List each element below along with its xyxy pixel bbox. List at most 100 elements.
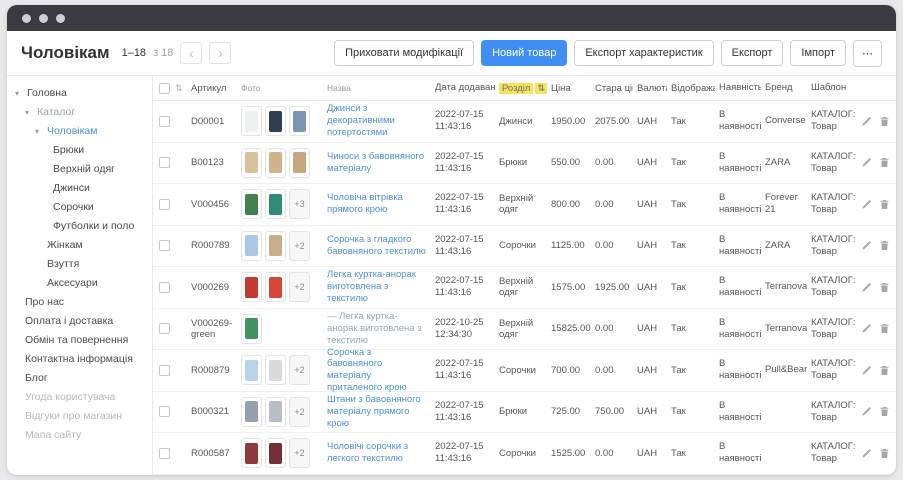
column-header-brand[interactable]: Бренд (761, 82, 807, 94)
row-checkbox[interactable] (159, 448, 170, 459)
product-date: 2022-07-15 (435, 234, 491, 246)
product-display: Так (667, 116, 715, 127)
edit-icon[interactable] (861, 157, 872, 168)
edit-icon[interactable] (861, 116, 872, 127)
delete-icon[interactable] (879, 323, 890, 334)
sidebar-item-catalog[interactable]: ▾Каталог (7, 103, 152, 122)
column-header-stock[interactable]: Наявність (715, 82, 761, 94)
product-name-link[interactable]: — Легка куртка-анорак виготовлена з текс… (327, 311, 427, 347)
sidebar-item-label: Жінкам (47, 239, 83, 252)
delete-icon[interactable] (879, 240, 890, 251)
sidebar-item-home[interactable]: ▾Головна (7, 84, 152, 103)
window-control-dot[interactable] (22, 14, 31, 23)
window-control-dot[interactable] (39, 14, 48, 23)
sidebar-item-shirts[interactable]: Сорочки (7, 198, 152, 217)
product-name-link[interactable]: Чоловічі сорочки з легкого текстилю (327, 441, 427, 465)
sidebar-item-contact-info[interactable]: Контактна інформація (7, 350, 152, 369)
product-name-link[interactable]: Легка куртка-анорак виготовлена з тексти… (327, 269, 427, 305)
hide-modifications-button[interactable]: Приховати модифікації (334, 40, 474, 66)
page-header: Чоловікам 1–18 з 18 ‹ › Приховати модифі… (7, 31, 896, 76)
edit-icon[interactable] (861, 448, 872, 459)
export-characteristics-button[interactable]: Експорт характеристик (574, 40, 713, 66)
sidebar-item-women[interactable]: Жінкам (7, 236, 152, 255)
row-checkbox[interactable] (159, 199, 170, 210)
chevron-down-icon[interactable]: ▾ (35, 125, 43, 138)
column-header-date[interactable]: Дата додавання (431, 82, 495, 94)
sort-icon[interactable]: ⇅ (535, 83, 547, 94)
sidebar-item-shoes[interactable]: Взуття (7, 255, 152, 274)
column-header-currency[interactable]: Валюта (633, 83, 667, 94)
row-checkbox[interactable] (159, 323, 170, 334)
product-photo-thumbnail (241, 355, 262, 385)
column-header-price[interactable]: Ціна (547, 83, 591, 94)
product-name-link[interactable]: Сорочка з бавовняного матеріалу притален… (327, 347, 427, 395)
product-date: 2022-07-15 (435, 109, 491, 121)
product-name-link[interactable]: Джинси з декоративними потертостями (327, 103, 427, 139)
product-name-link[interactable]: Сорочка з гладкого бавовняного текстилю (327, 234, 427, 258)
sidebar-item-store-reviews[interactable]: Відгуки про магазин (7, 407, 152, 426)
sidebar-item-payment-delivery[interactable]: Оплата і доставка (7, 312, 152, 331)
sidebar-item-jeans[interactable]: Джинси (7, 179, 152, 198)
edit-icon[interactable] (861, 323, 872, 334)
delete-icon[interactable] (879, 365, 890, 376)
sidebar-item-about-us[interactable]: Про нас (7, 293, 152, 312)
header-actions: Приховати модифікації Новий товар Експор… (334, 40, 882, 67)
pagination-next-button[interactable]: › (209, 42, 231, 64)
sidebar-item-tshirts-polo[interactable]: Футболки и поло (7, 217, 152, 236)
product-time: 11:43:16 (435, 246, 491, 258)
column-header-old-price[interactable]: Стара ціна (591, 83, 633, 94)
row-checkbox[interactable] (159, 365, 170, 376)
sort-order-icon[interactable]: ⇅ (175, 83, 187, 94)
delete-icon[interactable] (879, 116, 890, 127)
product-section: Сорочки (495, 448, 547, 459)
select-all-checkbox[interactable] (159, 83, 170, 94)
row-checkbox[interactable] (159, 406, 170, 417)
pagination-prev-button[interactable]: ‹ (180, 42, 202, 64)
edit-icon[interactable] (861, 406, 872, 417)
column-header-template[interactable]: Шаблон (807, 82, 857, 94)
new-product-button[interactable]: Новий товар (481, 40, 567, 66)
sidebar-item-outerwear[interactable]: Верхній одяг (7, 160, 152, 179)
sidebar-tree: ▾Головна ▾Каталог ▾ Чоловікам Брюки Верхн… (7, 76, 153, 475)
sidebar-item-accessories[interactable]: Аксесуари (7, 274, 152, 293)
chevron-down-icon[interactable]: ▾ (15, 87, 23, 100)
chevron-down-icon[interactable]: ▾ (25, 106, 33, 119)
column-header-display[interactable]: Відображати (667, 83, 715, 94)
delete-icon[interactable] (879, 157, 890, 168)
more-actions-button[interactable]: ⋯ (853, 40, 882, 67)
column-header-photo[interactable]: Фото (237, 83, 323, 93)
column-header-sku[interactable]: Артикул (187, 83, 237, 94)
product-name-link[interactable]: Штани з бавовняного матеріалу прямого кр… (327, 394, 427, 430)
product-price: 15825.00 (547, 323, 591, 334)
delete-icon[interactable] (879, 406, 890, 417)
edit-icon[interactable] (861, 240, 872, 251)
row-checkbox[interactable] (159, 116, 170, 127)
sidebar-item-trousers[interactable]: Брюки (7, 141, 152, 160)
sidebar-item-sitemap[interactable]: Мапа сайту (7, 426, 152, 445)
row-checkbox[interactable] (159, 240, 170, 251)
edit-icon[interactable] (861, 282, 872, 293)
product-brand: Terranova (761, 281, 807, 293)
sidebar-item-exchange-return[interactable]: Обмін та повернення (7, 331, 152, 350)
product-display: Так (667, 157, 715, 168)
sidebar-item-label: Чоловікам (47, 125, 98, 138)
import-button[interactable]: Імпорт (790, 40, 846, 66)
delete-icon[interactable] (879, 448, 890, 459)
export-button[interactable]: Експорт (721, 40, 784, 66)
delete-icon[interactable] (879, 199, 890, 210)
delete-icon[interactable] (879, 282, 890, 293)
sidebar-item-men[interactable]: ▾ Чоловікам (7, 122, 152, 141)
column-header-name[interactable]: Назва (323, 83, 431, 93)
product-brand: Forever 21 (761, 192, 807, 216)
sidebar-item-user-agreement[interactable]: Угода користувача (7, 388, 152, 407)
product-name-link[interactable]: Чоловіча вітрівка прямого крою (327, 192, 427, 216)
product-name-link[interactable]: Чиноси з бавовняного матеріалу (327, 151, 427, 175)
window-control-dot[interactable] (56, 14, 65, 23)
column-header-section[interactable]: Розділ⇅ (495, 83, 547, 94)
edit-icon[interactable] (861, 199, 872, 210)
sidebar-item-blog[interactable]: Блог (7, 369, 152, 388)
product-currency: UAH (633, 157, 667, 168)
row-checkbox[interactable] (159, 157, 170, 168)
row-checkbox[interactable] (159, 282, 170, 293)
edit-icon[interactable] (861, 365, 872, 376)
